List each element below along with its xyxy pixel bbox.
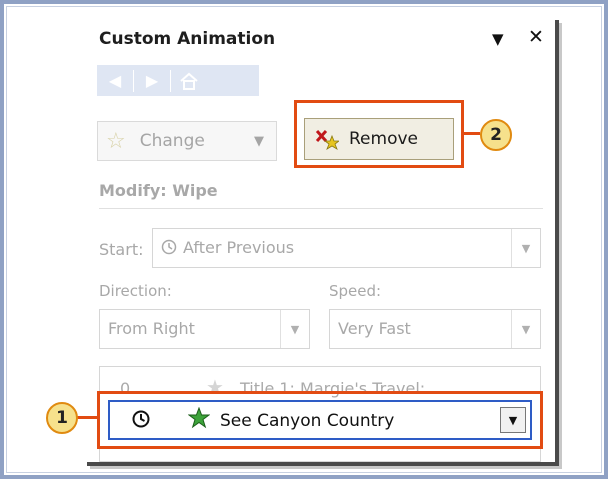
pane-title: Custom Animation xyxy=(99,29,276,49)
effect-star-icon xyxy=(187,406,211,429)
speed-select[interactable]: Very Fast ▼ xyxy=(329,309,541,349)
modify-divider xyxy=(99,208,543,209)
callout-2-badge: 2 xyxy=(480,119,512,151)
direction-select-value: From Right xyxy=(108,319,195,338)
remove-button-label: Remove xyxy=(349,129,418,149)
forward-arrow-icon[interactable]: ▶ xyxy=(134,65,170,96)
start-select-value: After Previous xyxy=(161,238,294,257)
speed-select-value: Very Fast xyxy=(338,319,411,338)
start-select-text: After Previous xyxy=(183,238,295,257)
custom-animation-pane: Custom Animation ▼ ✕ ◀ ▶ ☆ Change ▼ Remo… xyxy=(87,20,559,466)
clock-icon xyxy=(161,239,177,255)
change-effect-button[interactable]: ☆ Change ▼ xyxy=(97,121,277,161)
pane-close-icon[interactable]: ✕ xyxy=(528,26,544,48)
home-icon[interactable] xyxy=(171,65,207,96)
chevron-down-icon: ▼ xyxy=(511,229,540,267)
chevron-down-icon: ▼ xyxy=(254,133,264,149)
start-label: Start: xyxy=(99,240,144,259)
callout-1-connector xyxy=(76,416,97,419)
callout-2-connector xyxy=(464,132,480,135)
callout-1-badge: 1 xyxy=(46,402,78,434)
effect-item-label: See Canyon Country xyxy=(220,411,395,431)
screenshot-frame: Custom Animation ▼ ✕ ◀ ▶ ☆ Change ▼ Remo… xyxy=(0,0,608,479)
direction-label: Direction: xyxy=(99,282,172,300)
pane-navigation-bar: ◀ ▶ xyxy=(97,65,259,96)
direction-select[interactable]: From Right ▼ xyxy=(99,309,310,349)
pane-menu-dropdown-icon[interactable]: ▼ xyxy=(492,30,504,48)
speed-label: Speed: xyxy=(329,282,382,300)
chevron-down-icon: ▼ xyxy=(511,310,540,348)
back-arrow-icon[interactable]: ◀ xyxy=(97,65,133,96)
clock-icon xyxy=(132,410,150,428)
change-button-label: Change xyxy=(139,131,205,151)
chevron-down-icon[interactable]: ▼ xyxy=(500,407,526,433)
remove-effect-icon xyxy=(315,128,341,150)
start-select[interactable]: After Previous ▼ xyxy=(152,228,541,268)
modify-heading: Modify: Wipe xyxy=(99,181,218,200)
selected-effect-row[interactable]: See Canyon Country ▼ xyxy=(108,400,532,440)
chevron-down-icon: ▼ xyxy=(280,310,309,348)
remove-effect-button[interactable]: Remove xyxy=(304,118,454,160)
effect-star-icon: ☆ xyxy=(106,128,126,154)
